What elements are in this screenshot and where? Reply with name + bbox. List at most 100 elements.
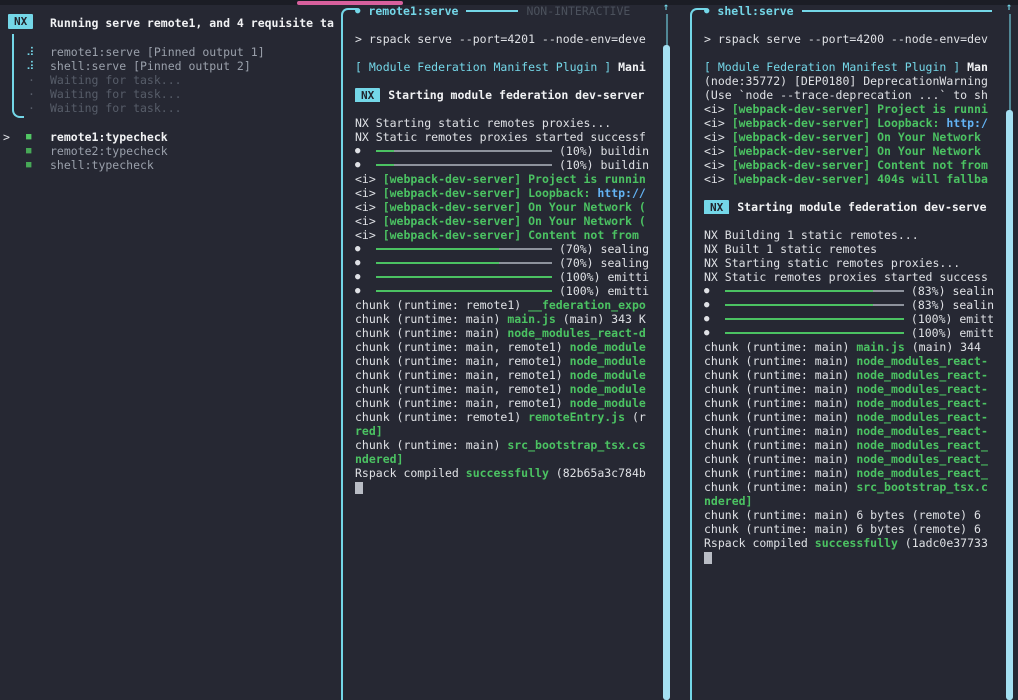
scrollbar[interactable]: ↑ xyxy=(661,0,673,700)
task-label: shell:serve [Pinned output 2] xyxy=(50,59,251,73)
progress-line: ● (10%) buildin xyxy=(355,158,649,172)
terminal-line: chunk (runtime: main, remote1) node_modu… xyxy=(355,382,649,396)
progress-bar xyxy=(725,318,904,320)
terminal-line: > rspack serve --port=4201 --node-env=de… xyxy=(355,32,649,46)
task-label: Waiting for task... xyxy=(50,87,182,101)
terminal-line: <i> [webpack-dev-server] On Your Network… xyxy=(355,214,649,228)
progress-bar-fill xyxy=(376,248,499,250)
scroll-up-icon[interactable]: ↑ xyxy=(1006,1,1012,15)
progress-line: ●(70%) sealing xyxy=(355,256,649,270)
terminal-line: chunk (runtime: main) node_modules_react… xyxy=(355,326,649,340)
task-status-square-icon: ■ xyxy=(26,158,31,172)
progress-bullet-icon: ● xyxy=(355,242,362,256)
terminal-line: <i> [webpack-dev-server] Content not fro… xyxy=(355,228,649,242)
progress-bullet-icon: ● xyxy=(355,256,362,270)
task-list-item[interactable]: ■shell:typecheck xyxy=(0,158,341,172)
progress-bar-fill xyxy=(376,164,394,166)
progress-bar xyxy=(376,164,552,166)
progress-label: (10%) buildin xyxy=(559,158,649,172)
progress-label: (100%) emitti xyxy=(559,270,649,284)
progress-bar-fill xyxy=(376,262,499,264)
terminal-line: NX Starting static remotes proxies... xyxy=(704,256,994,270)
badge-message: Starting module federation dev-server xyxy=(388,88,644,102)
terminal-cursor xyxy=(704,552,712,564)
progress-bar-fill xyxy=(725,290,874,292)
task-list-title: Running serve remote1, and 4 requisite t… xyxy=(50,16,341,30)
terminal-line: chunk (runtime: main) 6 bytes (remote) 6 xyxy=(704,508,994,522)
progress-bullet-icon: ● xyxy=(704,284,711,298)
terminal-line: NX Built 1 static remotes xyxy=(704,242,994,256)
progress-line: ●(100%) emitt xyxy=(704,326,994,340)
terminal-line: NX Starting static remotes proxies... xyxy=(355,116,649,130)
blank-line xyxy=(355,74,649,88)
progress-bar-track xyxy=(394,164,552,166)
progress-label: (100%) emitt xyxy=(911,326,994,340)
progress-bullet-icon: ● xyxy=(355,158,362,172)
progress-bar-fill xyxy=(376,276,552,278)
progress-bar xyxy=(376,262,552,264)
task-list-item[interactable]: ■remote2:typecheck xyxy=(0,144,341,158)
terminal-line: NX Static remotes proxies started succes… xyxy=(355,130,649,144)
scroll-up-icon[interactable]: ↑ xyxy=(663,1,669,15)
task-tree-item[interactable]: ⠼remote1:serve [Pinned output 1] xyxy=(0,45,341,59)
terminal-line: chunk (runtime: main) main.js (main) 343… xyxy=(355,312,649,326)
progress-bar-fill xyxy=(725,304,874,306)
task-tree-item[interactable]: ·Waiting for task... xyxy=(0,73,341,87)
terminal-line: red] xyxy=(355,424,649,438)
task-label: remote1:serve [Pinned output 1] xyxy=(50,45,265,59)
terminal-line: <i> [webpack-dev-server] On Your Network xyxy=(704,144,994,158)
progress-bullet-icon: ● xyxy=(355,144,362,158)
output-pane-shell-serve: ● shell:serve > rspack serve --port=4200… xyxy=(690,0,1018,700)
blank-line xyxy=(355,46,649,60)
waiting-dot-icon: · xyxy=(28,101,35,115)
terminal-line: > rspack serve --port=4200 --node-env=de… xyxy=(704,32,994,46)
progress-bar-fill xyxy=(725,318,904,320)
task-list-panel: NX Running serve remote1, and 4 requisit… xyxy=(0,5,341,700)
blank-line xyxy=(704,186,994,200)
progress-bullet-icon: ● xyxy=(704,312,711,326)
non-interactive-label: NON-INTERACTIVE xyxy=(526,4,630,18)
progress-line: ●(10%) buildin xyxy=(355,144,649,158)
status-dot-icon: ● xyxy=(355,4,360,18)
terminal-line: chunk (runtime: main, remote1) node_modu… xyxy=(355,354,649,368)
nx-badge-line: NXStarting module federation dev-server xyxy=(355,88,649,102)
scrollbar[interactable]: ↑ xyxy=(1004,0,1016,700)
terminal-line: chunk (runtime: main) node_modules_react… xyxy=(704,368,994,382)
terminal-line: chunk (runtime: main) node_modules_react… xyxy=(704,410,994,424)
pane-header[interactable]: ● remote1:serve NON-INTERACTIVE xyxy=(355,4,630,18)
progress-line: ●(70%) sealing xyxy=(355,242,649,256)
scrollbar-thumb[interactable] xyxy=(663,45,670,700)
terminal-line: chunk (runtime: main) node_modules_react… xyxy=(704,424,994,438)
terminal-line: <i> [webpack-dev-server] Loopback: http:… xyxy=(704,116,994,130)
task-tree-item[interactable]: ·Waiting for task... xyxy=(0,101,341,115)
terminal-line: chunk (runtime: remote1) __federation_ex… xyxy=(355,298,649,312)
terminal-line: chunk (runtime: main) node_modules_react… xyxy=(704,438,994,452)
pane-header[interactable]: ● shell:serve xyxy=(704,4,1000,18)
terminal-line: ndered] xyxy=(355,452,649,466)
progress-label: (100%) emitt xyxy=(911,312,994,326)
progress-bar xyxy=(376,248,552,250)
terminal-line: chunk (runtime: main, remote1) node_modu… xyxy=(355,396,649,410)
task-list-item[interactable]: >■remote1:typecheck xyxy=(0,130,341,144)
nx-terminal-ui: NX Running serve remote1, and 4 requisit… xyxy=(0,0,1018,700)
task-tree-item[interactable]: ⠼shell:serve [Pinned output 2] xyxy=(0,59,341,73)
selected-marker-icon: > xyxy=(3,130,10,144)
terminal-line: chunk (runtime: main, remote1) node_modu… xyxy=(355,368,649,382)
task-tree-item[interactable]: ·Waiting for task... xyxy=(0,87,341,101)
terminal-output: > rspack serve --port=4201 --node-env=de… xyxy=(355,32,649,494)
terminal-line: Rspack compiled successfully (82b65a3c78… xyxy=(355,466,649,480)
terminal-line: <i> [webpack-dev-server] On Your Network xyxy=(704,130,994,144)
progress-line: ● (100%) emitti xyxy=(355,284,649,298)
scrollbar-thumb[interactable] xyxy=(1006,110,1013,700)
status-dot-icon: ● xyxy=(704,4,709,18)
progress-label: (100%) emitti xyxy=(559,284,649,298)
pane-title: remote1:serve xyxy=(368,4,458,18)
progress-label: (83%) sealin xyxy=(911,298,994,312)
nx-logo-badge: NX xyxy=(8,14,33,29)
progress-bar-track xyxy=(873,290,903,292)
pane-title: shell:serve xyxy=(717,4,793,18)
progress-bullet-icon: ● xyxy=(355,284,362,298)
terminal-line: chunk (runtime: main) node_modules_react… xyxy=(704,396,994,410)
terminal-line: chunk (runtime: main, remote1) node_modu… xyxy=(355,340,649,354)
progress-bullet-icon: ● xyxy=(704,298,711,312)
